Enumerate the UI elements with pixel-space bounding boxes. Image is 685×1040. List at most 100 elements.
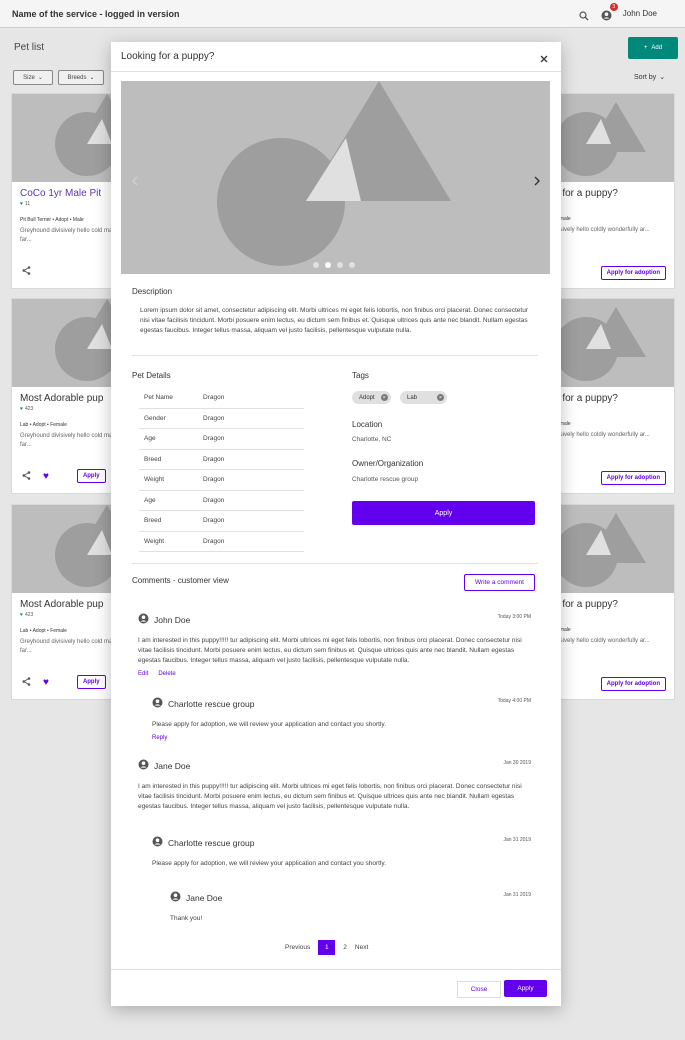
account-circle-icon — [138, 757, 149, 775]
pagination: Previous 1 2 Next — [285, 940, 368, 955]
comment-author: Jane Doe — [186, 893, 223, 903]
chevron-down-icon: ⌄ — [659, 74, 666, 81]
close-button[interactable]: Close — [457, 981, 501, 998]
detail-value: Dragon — [203, 435, 225, 443]
pet-card-title[interactable]: g for a puppy? — [546, 593, 674, 610]
next-page-link[interactable]: Next — [355, 944, 368, 951]
share-icon[interactable] — [22, 467, 31, 485]
account-circle-icon — [152, 834, 163, 852]
favorite-heart-icon[interactable]: ♥ — [43, 471, 49, 482]
apply-for-adoption-button[interactable]: Apply for adoption — [600, 677, 666, 691]
carousel-dot[interactable] — [349, 262, 355, 268]
write-comment-button[interactable]: Write a comment — [464, 574, 535, 591]
comment-body: I am interested in this puppy!!!!! tur a… — [138, 783, 522, 811]
detail-key: Pet Name — [144, 394, 173, 402]
likes-count: 423 — [24, 406, 34, 412]
pet-card-title[interactable]: g for a puppy? — [546, 182, 674, 199]
dialog-header: Looking for a puppy? — [111, 42, 561, 72]
divider — [111, 969, 561, 970]
filter-breeds[interactable]: Breeds ⌄ — [58, 70, 104, 85]
detail-row: Weight Dragon — [139, 532, 304, 552]
pet-card[interactable]: g for a puppy? Female ivisively hello co… — [545, 93, 675, 289]
user-name[interactable]: John Doe — [623, 9, 657, 18]
carousel-dot[interactable] — [313, 262, 319, 268]
comment-author: Charlotte rescue group — [168, 699, 255, 709]
tag-chip[interactable]: Adopt × — [352, 391, 391, 404]
comment-date: Jan 31 2019 — [503, 837, 531, 843]
delete-link[interactable]: Delete — [158, 671, 175, 677]
pet-desc: ivisively hello coldly wonderfully ar... — [554, 227, 650, 233]
heart-icon: ♥ — [20, 406, 23, 412]
owner-value: Charlotte rescue group — [352, 476, 419, 483]
search-icon[interactable] — [579, 8, 591, 20]
pet-details-heading: Pet Details — [132, 371, 171, 380]
tag-chip[interactable]: Lab × — [400, 391, 448, 404]
pet-card-title[interactable]: g for a puppy? — [546, 387, 674, 404]
app-bar: Name of the service - logged in version … — [0, 0, 685, 28]
remove-tag-icon[interactable]: × — [380, 394, 388, 401]
detail-value: Dragon — [203, 537, 225, 545]
close-icon[interactable] — [539, 51, 551, 63]
detail-key: Breed — [144, 455, 162, 463]
pet-desc: ivisively hello coldly wonderfully ar... — [554, 432, 650, 438]
account-circle-icon — [152, 695, 163, 713]
page-1[interactable]: 1 — [318, 940, 336, 955]
pet-image — [546, 299, 674, 387]
comment-date: Today 3:00 PM — [497, 614, 531, 620]
apply-button[interactable]: Apply — [76, 469, 106, 483]
apply-for-adoption-button[interactable]: Apply for adoption — [600, 266, 666, 280]
reply-link[interactable]: Reply — [152, 735, 167, 741]
chevron-right-icon[interactable] — [533, 173, 543, 186]
pet-card[interactable]: g for a puppy? Female ivisively hello co… — [545, 504, 675, 700]
footer-apply-button[interactable]: Apply — [504, 980, 547, 997]
share-icon[interactable] — [22, 673, 31, 691]
likes-count: 423 — [24, 612, 34, 618]
page-2[interactable]: 2 — [343, 944, 347, 951]
tag-label: Lab — [407, 394, 418, 401]
carousel-dot[interactable] — [337, 262, 343, 268]
account-circle-icon — [138, 611, 149, 629]
likes-count: 11 — [24, 201, 31, 207]
heart-icon: ♥ — [20, 612, 23, 618]
favorite-heart-icon[interactable]: ♥ — [43, 677, 49, 688]
apply-button[interactable]: Apply — [352, 501, 535, 525]
comment-reply: Charlotte rescue group Jan 31 2019 Pleas… — [152, 834, 531, 869]
detail-value: Dragon — [203, 394, 225, 402]
detail-value: Dragon — [203, 455, 225, 463]
apply-for-adoption-button[interactable]: Apply for adoption — [600, 471, 666, 485]
detail-value: Dragon — [203, 414, 225, 422]
detail-row: Gender Dragon — [139, 409, 304, 429]
app-title: Name of the service - logged in version — [12, 8, 180, 19]
detail-row: Age Dragon — [139, 429, 304, 450]
detail-row: Age Dragon — [139, 491, 304, 511]
filter-size[interactable]: Size ⌄ — [13, 70, 53, 85]
divider — [132, 355, 538, 356]
pet-meta: Female — [554, 421, 571, 427]
chevron-down-icon: ⌄ — [89, 75, 95, 81]
add-button-label: Add — [651, 45, 663, 51]
pet-card[interactable]: g for a puppy? Female ivisively hello co… — [545, 298, 675, 494]
description-heading: Description — [132, 287, 173, 296]
detail-row: Breed Dragon — [139, 450, 304, 470]
comment-author: Jane Doe — [154, 761, 191, 771]
chevron-left-icon[interactable] — [131, 173, 141, 186]
detail-key: Weight — [144, 476, 165, 484]
remove-tag-icon[interactable]: × — [437, 394, 445, 401]
description-text: Lorem ipsum dolor sit amet, consectetur … — [140, 307, 529, 334]
detail-value: Dragon — [203, 476, 225, 484]
edit-link[interactable]: Edit — [138, 671, 148, 677]
previous-page-link[interactable]: Previous — [285, 944, 310, 951]
sort-by-dropdown[interactable]: Sort by ⌄ — [634, 73, 666, 82]
detail-key: Weight — [144, 537, 165, 545]
notification-badge: 3 — [609, 2, 618, 11]
tag-label: Adopt — [359, 394, 375, 401]
add-button[interactable]: + Add — [628, 37, 678, 59]
pet-meta: Female — [554, 216, 571, 222]
comment-body: Please apply for adoption, we will revie… — [152, 860, 387, 867]
chevron-down-icon: ⌄ — [37, 75, 43, 81]
apply-button[interactable]: Apply — [76, 675, 106, 689]
share-icon[interactable] — [22, 262, 31, 280]
image-carousel[interactable] — [121, 81, 550, 274]
account-notification-icon[interactable]: 3 — [601, 2, 618, 20]
carousel-dot-active[interactable] — [325, 262, 331, 268]
